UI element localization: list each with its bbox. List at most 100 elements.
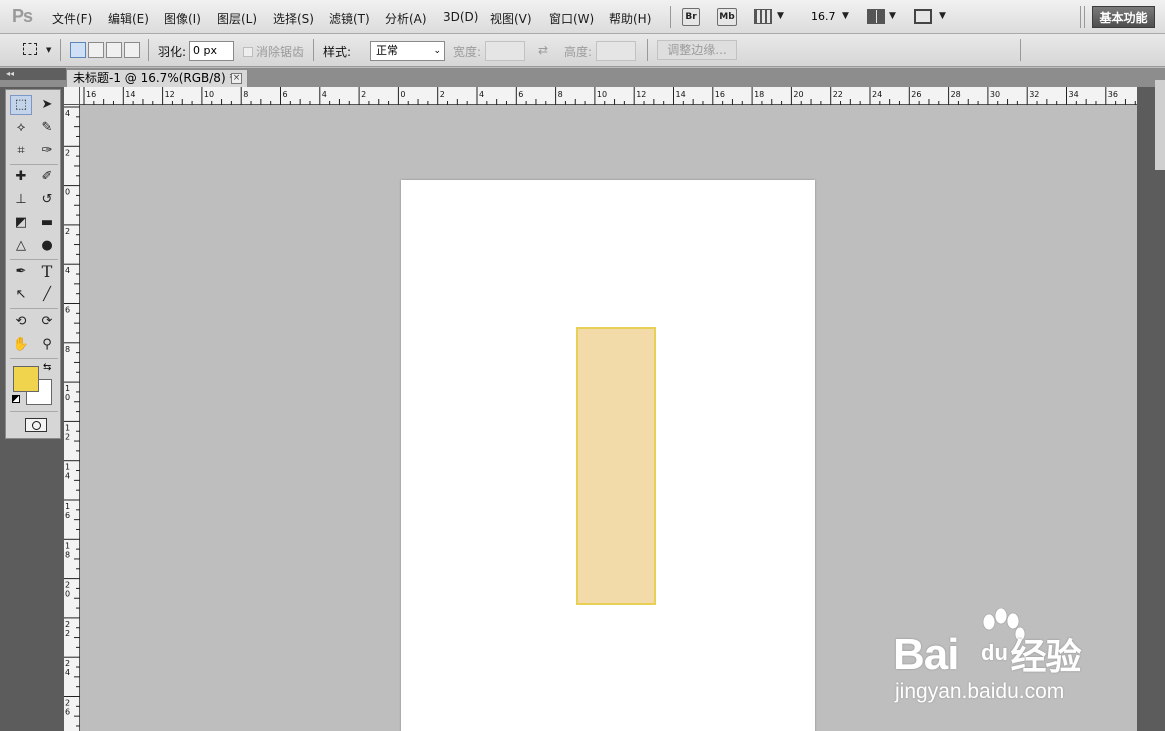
history-brush-tool-icon[interactable]: ↺ — [36, 190, 58, 210]
collapse-toolbox-icon[interactable]: ◂◂ — [0, 68, 66, 80]
lasso-tool-icon[interactable]: ⟡ — [10, 118, 32, 138]
menu-image[interactable]: 图像(I) — [164, 10, 201, 27]
menu-separator — [1084, 6, 1085, 28]
minibridge-button[interactable]: Mb — [717, 8, 737, 26]
ruler-label: 12 — [165, 90, 175, 99]
move-tool-icon[interactable]: ➤ — [36, 95, 58, 115]
ruler-label: 18 — [754, 90, 764, 99]
zoom-level[interactable]: 16.7 — [811, 10, 836, 23]
eyedropper-tool-icon[interactable]: ✑ — [36, 141, 58, 161]
menu-edit[interactable]: 编辑(E) — [108, 10, 149, 27]
subtract-from-selection-icon[interactable] — [106, 42, 122, 58]
menu-3d[interactable]: 3D(D) — [443, 10, 478, 24]
chevron-down-icon[interactable]: ▼ — [889, 11, 896, 21]
3d-rotate-tool-icon[interactable]: ⟲ — [10, 312, 32, 332]
refine-edge-button[interactable]: 调整边缘... — [657, 40, 737, 60]
feather-input[interactable]: 0 px — [189, 41, 234, 61]
ruler-label: 0 — [400, 90, 405, 99]
rect-marquee-tool-icon[interactable]: ⬚ — [10, 95, 32, 115]
ruler-label: 22 — [833, 90, 843, 99]
feather-label: 羽化: — [158, 45, 187, 59]
options-bar: ▼ 羽化: 0 px 消除锯齿 样式: 正常 ⌄ 宽度: ⇄ 高度: 调整边缘.… — [0, 34, 1165, 67]
menu-view[interactable]: 视图(V) — [490, 10, 532, 27]
style-select[interactable]: 正常 ⌄ — [370, 41, 445, 61]
menu-window[interactable]: 窗口(W) — [549, 10, 594, 27]
close-icon[interactable]: × — [231, 73, 242, 84]
ruler-label: 8 — [243, 90, 248, 99]
ruler-label: 4 — [479, 90, 484, 99]
style-select-value: 正常 — [376, 44, 398, 57]
chevron-down-icon[interactable]: ▼ — [46, 46, 51, 54]
ruler-label: 2 — [65, 620, 70, 629]
arrange-documents-icon[interactable] — [867, 9, 885, 24]
hand-tool-icon[interactable]: ✋ — [10, 335, 32, 355]
ruler-label: 0 — [65, 188, 70, 197]
ruler-label: 2 — [65, 629, 70, 638]
ruler-label: 2 — [65, 699, 70, 708]
ruler-label: 14 — [676, 90, 686, 99]
foreground-color-swatch[interactable] — [13, 366, 39, 392]
canvas-area[interactable] — [81, 106, 1137, 731]
swap-colors-icon[interactable]: ⇆ — [43, 362, 51, 373]
ruler-label: 0 — [65, 590, 70, 599]
intersect-selection-icon[interactable] — [124, 42, 140, 58]
panel-icon-strip[interactable] — [1155, 80, 1165, 170]
antialias-checkbox[interactable] — [243, 47, 253, 57]
menu-help[interactable]: 帮助(H) — [609, 10, 651, 27]
menu-file[interactable]: 文件(F) — [52, 10, 92, 27]
bridge-button[interactable]: Br — [682, 8, 700, 26]
brush-tool-icon[interactable]: ✐ — [36, 167, 58, 187]
crop-tool-icon[interactable]: ⌗ — [10, 141, 32, 161]
ruler-label: 1 — [65, 463, 70, 472]
ruler-label: 2 — [65, 227, 70, 236]
healing-brush-tool-icon[interactable]: ✚ — [10, 167, 32, 187]
dodge-tool-icon[interactable]: ● — [36, 236, 58, 256]
eraser-tool-icon[interactable]: ◩ — [10, 213, 32, 233]
yellow-rectangle-layer[interactable] — [576, 327, 656, 605]
horizontal-ruler[interactable]: 16 14 12 10 8 6 4 2 0 2 4 6 8 10 12 14 16 18 20 22 24 26 28 30 3… — [80, 87, 1137, 105]
menu-analysis[interactable]: 分析(A) — [385, 10, 427, 27]
quick-mask-icon[interactable] — [25, 418, 47, 432]
default-colors-icon[interactable] — [12, 395, 20, 403]
marquee-preset-icon[interactable] — [23, 43, 37, 55]
ruler-label: 2 — [440, 90, 445, 99]
new-selection-icon[interactable] — [70, 42, 86, 58]
ruler-label: 10 — [597, 90, 607, 99]
toolbox-separator — [10, 308, 58, 309]
ruler-corner — [64, 87, 80, 105]
chevron-down-icon[interactable]: ▼ — [842, 11, 849, 21]
line-tool-icon[interactable]: ╱ — [36, 285, 58, 305]
chevron-down-icon[interactable]: ▼ — [939, 11, 946, 21]
ruler-label: 1 — [65, 423, 70, 432]
ruler-label: 24 — [872, 90, 882, 99]
zoom-tool-icon[interactable]: ⚲ — [36, 335, 58, 355]
vertical-ruler[interactable]: 4202468101214161820222426 — [64, 105, 80, 731]
swap-icon[interactable]: ⇄ — [538, 43, 548, 57]
view-extras-icon[interactable] — [754, 9, 772, 24]
width-input[interactable] — [485, 41, 525, 61]
ruler-label: 4 — [65, 266, 70, 275]
clone-stamp-tool-icon[interactable]: ⊥ — [10, 190, 32, 210]
screen-mode-icon[interactable] — [914, 9, 932, 24]
type-tool-icon[interactable]: T — [36, 262, 58, 282]
3d-orbit-tool-icon[interactable]: ⟳ — [36, 312, 58, 332]
path-selection-tool-icon[interactable]: ↖ — [10, 285, 32, 305]
add-to-selection-icon[interactable] — [88, 42, 104, 58]
chevron-down-icon[interactable]: ▼ — [777, 11, 784, 21]
gradient-tool-icon[interactable]: ▬ — [36, 213, 58, 233]
document-tab[interactable]: 未标题-1 @ 16.7%(RGB/8) * × — [66, 69, 248, 87]
ps-logo: Ps — [12, 6, 33, 26]
ruler-label: 26 — [911, 90, 921, 99]
antialias-label: 消除锯齿 — [256, 45, 305, 59]
document-canvas[interactable] — [401, 180, 815, 731]
photoshop-window: Ps 文件(F) 编辑(E) 图像(I) 图层(L) 选择(S) 滤镜(T) 分… — [0, 0, 1165, 731]
height-input[interactable] — [596, 41, 636, 61]
ruler-label: 4 — [65, 109, 70, 118]
menu-filter[interactable]: 滤镜(T) — [329, 10, 370, 27]
menu-layer[interactable]: 图层(L) — [217, 10, 257, 27]
menu-select[interactable]: 选择(S) — [273, 10, 314, 27]
blur-tool-icon[interactable]: △ — [10, 236, 32, 256]
quick-selection-tool-icon[interactable]: ✎ — [36, 118, 58, 138]
workspace-button[interactable]: 基本功能 — [1092, 6, 1155, 28]
pen-tool-icon[interactable]: ✒ — [10, 262, 32, 282]
